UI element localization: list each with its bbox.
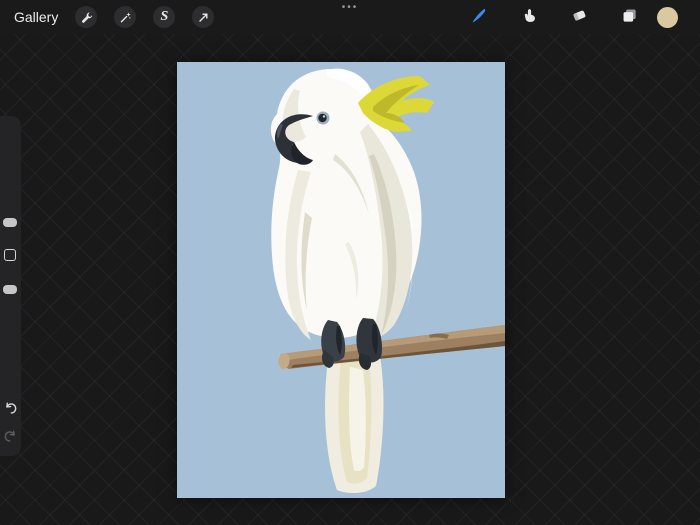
wrench-icon <box>80 11 93 24</box>
adjustments-button[interactable] <box>114 6 137 28</box>
tail-feathers <box>325 352 384 494</box>
actions-button[interactable] <box>75 6 98 28</box>
smudge-tool-button[interactable] <box>518 6 540 28</box>
selection-button[interactable]: S <box>153 6 176 28</box>
smudge-finger-icon <box>521 7 538 27</box>
undo-button[interactable] <box>2 400 19 417</box>
opacity-slider[interactable] <box>3 285 17 294</box>
eye <box>316 111 330 125</box>
eraser-icon <box>571 7 588 27</box>
color-swatch-circle <box>656 6 678 28</box>
transform-arrow-icon <box>197 11 210 24</box>
magic-wand-icon <box>119 11 132 24</box>
selection-s-icon: S <box>160 9 169 24</box>
gallery-button[interactable]: Gallery <box>14 9 58 25</box>
transform-button[interactable] <box>192 6 215 28</box>
multitask-dots-handle[interactable]: ••• <box>336 1 365 14</box>
toolbar-right-group <box>468 0 700 34</box>
canvas-area[interactable] <box>177 62 505 498</box>
cockatoo-painting[interactable] <box>177 62 505 498</box>
toolbar-left-group: Gallery S <box>0 6 215 28</box>
redo-arrow-icon <box>3 428 18 446</box>
sidebar <box>0 116 21 456</box>
top-toolbar: Gallery S ••• <box>0 0 700 34</box>
modify-button[interactable] <box>4 249 16 261</box>
erase-tool-button[interactable] <box>568 6 590 28</box>
color-button[interactable] <box>656 6 678 28</box>
redo-button[interactable] <box>2 428 19 445</box>
layers-button[interactable] <box>618 6 640 28</box>
undo-arrow-icon <box>3 400 18 418</box>
brush-size-slider[interactable] <box>3 218 17 227</box>
brush-icon <box>470 7 488 28</box>
paint-tool-button[interactable] <box>468 6 490 28</box>
layers-icon <box>621 7 638 27</box>
